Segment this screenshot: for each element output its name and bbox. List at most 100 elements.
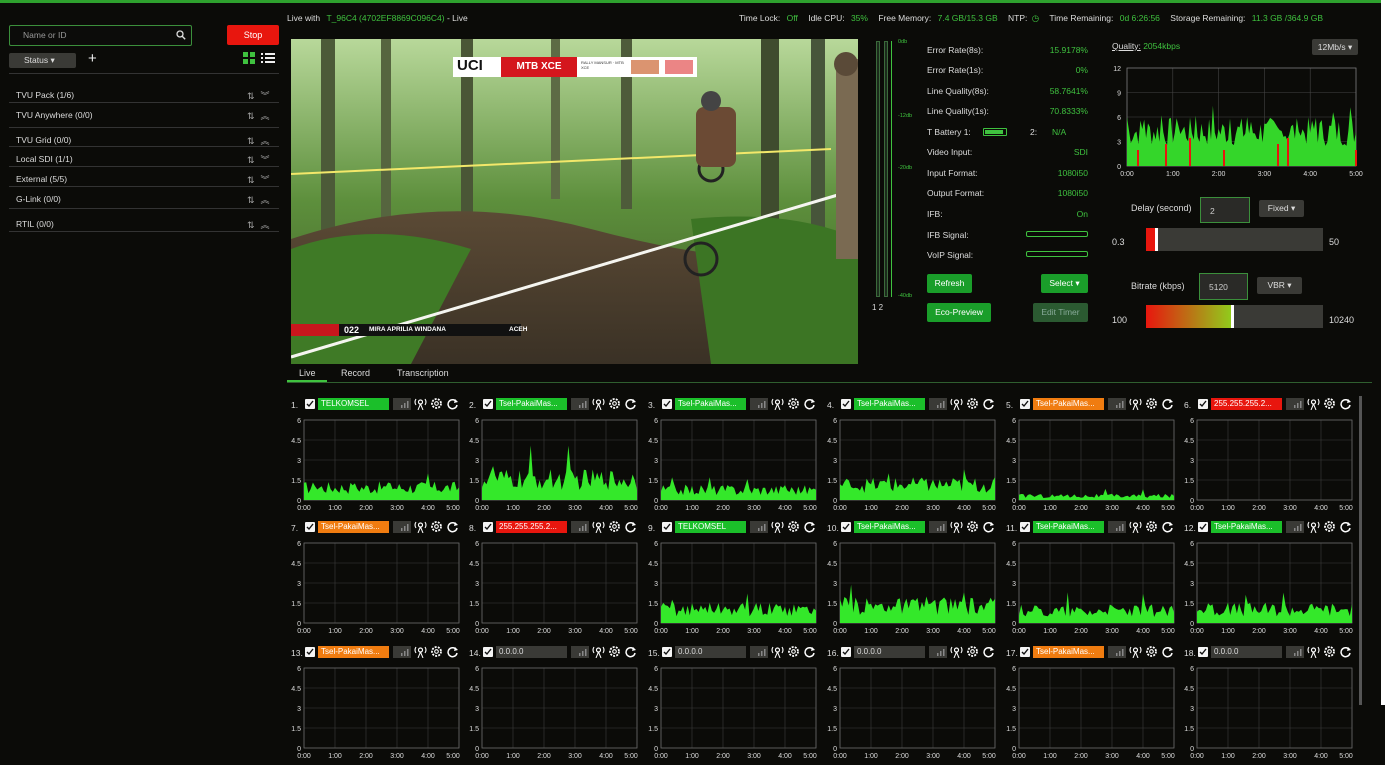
nav-item-label[interactable]: TVU Anywhere (0/0) <box>16 110 93 120</box>
antenna-icon[interactable] <box>414 645 427 659</box>
modem-card[interactable]: 4. Tsel-PakaiMas... 6 4.5 3 1.5 0 0:00 1:00 2:00 3… <box>827 395 999 517</box>
antenna-icon[interactable] <box>1129 645 1142 659</box>
gear-icon[interactable] <box>966 520 979 533</box>
modem-checkbox[interactable] <box>662 399 672 409</box>
bitrate-slider-handle[interactable] <box>1230 305 1234 328</box>
antenna-icon[interactable] <box>950 520 963 534</box>
modem-card[interactable]: 13. Tsel-PakaiMas... 6 4.5 3 1.5 0 0:00 1:00 2:00… <box>291 643 463 765</box>
modem-card[interactable]: 9. TELKOMSEL 6 4.5 3 1.5 0 0:00 1:00 2:00 3:00 4:00… <box>648 518 820 640</box>
refresh-icon[interactable] <box>446 397 459 410</box>
modem-carrier-name[interactable]: Tsel-PakaiMas... <box>1033 646 1104 658</box>
antenna-icon[interactable] <box>592 645 605 659</box>
modem-card[interactable]: 6. 255.255.255.2... 6 4.5 3 1.5 0 0:00 1:00 2:00 3… <box>1184 395 1356 517</box>
nav-item-actions[interactable]: ⇅︽ <box>247 193 276 206</box>
nav-item-actions[interactable]: ⇅︾ <box>247 153 276 166</box>
eco-preview-button[interactable]: Eco-Preview <box>927 303 991 322</box>
search-icon[interactable] <box>176 30 186 40</box>
live-device[interactable]: T_96C4 (4702EF8869C096C4) <box>326 13 444 23</box>
nav-item-label[interactable]: RTIL (0/0) <box>16 219 54 229</box>
refresh-icon[interactable] <box>982 520 995 533</box>
bitrate-slider[interactable] <box>1146 305 1323 328</box>
chevron-up-icon[interactable]: ︽ <box>261 111 276 121</box>
modem-checkbox[interactable] <box>841 647 851 657</box>
refresh-icon[interactable] <box>1339 520 1352 533</box>
modem-checkbox[interactable] <box>483 647 493 657</box>
modem-carrier-name[interactable]: 0.0.0.0 <box>675 646 746 658</box>
status-dropdown[interactable]: Status ▾ <box>9 53 76 68</box>
scrollbar[interactable] <box>1359 396 1362 705</box>
tab-transcription[interactable]: Transcription <box>397 368 449 378</box>
modem-card[interactable]: 1. TELKOMSEL 6 4.5 3 1.5 0 0:00 1:00 2:00 3:00 4:00… <box>291 395 463 517</box>
gear-icon[interactable] <box>608 520 621 533</box>
nav-item-label[interactable]: G-Link (0/0) <box>16 194 61 204</box>
gear-icon[interactable] <box>1323 645 1336 658</box>
gear-icon[interactable] <box>608 397 621 410</box>
chevron-up-icon[interactable]: ︽ <box>261 195 276 205</box>
refresh-icon[interactable] <box>982 645 995 658</box>
modem-carrier-name[interactable]: Tsel-PakaiMas... <box>854 398 925 410</box>
chevron-down-icon[interactable]: ︾ <box>261 175 276 185</box>
chevron-down-icon[interactable]: ︾ <box>261 155 276 165</box>
modem-checkbox[interactable] <box>305 399 315 409</box>
modem-checkbox[interactable] <box>483 522 493 532</box>
nav-item-label[interactable]: TVU Pack (1/6) <box>16 90 74 100</box>
quality-label[interactable]: Quality: <box>1112 41 1141 51</box>
modem-card[interactable]: 17. Tsel-PakaiMas... 6 4.5 3 1.5 0 0:00 1:00 2:00… <box>1006 643 1178 765</box>
refresh-icon[interactable] <box>803 397 816 410</box>
modem-carrier-name[interactable]: Tsel-PakaiMas... <box>1211 521 1282 533</box>
bitrate-input[interactable]: 5120 <box>1199 273 1248 300</box>
antenna-icon[interactable] <box>1129 397 1142 411</box>
sort-icon[interactable]: ⇅ <box>247 155 261 165</box>
antenna-icon[interactable] <box>592 397 605 411</box>
refresh-icon[interactable] <box>1339 645 1352 658</box>
modem-carrier-name[interactable]: 0.0.0.0 <box>854 646 925 658</box>
stop-button[interactable]: Stop <box>227 25 279 45</box>
refresh-icon[interactable] <box>803 645 816 658</box>
modem-checkbox[interactable] <box>305 647 315 657</box>
refresh-icon[interactable] <box>982 397 995 410</box>
add-icon[interactable]: + <box>88 50 97 67</box>
antenna-icon[interactable] <box>592 520 605 534</box>
modem-carrier-name[interactable]: 0.0.0.0 <box>1211 646 1282 658</box>
rate-dropdown[interactable]: 12Mb/s ▾ <box>1312 39 1358 55</box>
refresh-icon[interactable] <box>446 645 459 658</box>
modem-checkbox[interactable] <box>841 522 851 532</box>
refresh-icon[interactable] <box>624 397 637 410</box>
modem-card[interactable]: 8. 255.255.255.2... 6 4.5 3 1.5 0 0:00 1:00 2:00 3… <box>469 518 641 640</box>
gear-icon[interactable] <box>430 397 443 410</box>
modem-carrier-name[interactable]: Tsel-PakaiMas... <box>318 521 389 533</box>
modem-carrier-name[interactable]: 255.255.255.2... <box>496 521 567 533</box>
gear-icon[interactable] <box>787 520 800 533</box>
antenna-icon[interactable] <box>1307 645 1320 659</box>
nav-item-actions[interactable]: ⇅︾ <box>247 173 276 186</box>
modem-checkbox[interactable] <box>1198 522 1208 532</box>
grid-view-icon[interactable] <box>243 52 255 64</box>
sort-icon[interactable]: ⇅ <box>247 175 261 185</box>
delay-slider[interactable] <box>1146 228 1323 251</box>
video-preview[interactable]: UCI MTB XCE RALLY MANSUR · MTB XCE 022 M… <box>291 39 858 364</box>
modem-carrier-name[interactable]: Tsel-PakaiMas... <box>675 398 746 410</box>
refresh-icon[interactable] <box>803 520 816 533</box>
sort-icon[interactable]: ⇅ <box>247 220 261 230</box>
tab-record[interactable]: Record <box>341 368 370 378</box>
modem-checkbox[interactable] <box>662 647 672 657</box>
modem-checkbox[interactable] <box>1198 399 1208 409</box>
modem-card[interactable]: 3. Tsel-PakaiMas... 6 4.5 3 1.5 0 0:00 1:00 2:00 3… <box>648 395 820 517</box>
modem-card[interactable]: 10. Tsel-PakaiMas... 6 4.5 3 1.5 0 0:00 1:00 2:00… <box>827 518 999 640</box>
nav-item-actions[interactable]: ⇅︾ <box>247 89 276 102</box>
gear-icon[interactable] <box>1145 397 1158 410</box>
modem-carrier-name[interactable]: Tsel-PakaiMas... <box>496 398 567 410</box>
modem-carrier-name[interactable]: Tsel-PakaiMas... <box>1033 521 1104 533</box>
refresh-icon[interactable] <box>1161 645 1174 658</box>
sort-icon[interactable]: ⇅ <box>247 111 261 121</box>
edit-timer-button[interactable]: Edit Timer <box>1033 303 1088 322</box>
gear-icon[interactable] <box>1323 520 1336 533</box>
delay-mode-dropdown[interactable]: Fixed ▾ <box>1259 200 1304 217</box>
modem-card[interactable]: 11. Tsel-PakaiMas... 6 4.5 3 1.5 0 0:00 1:00 2:00… <box>1006 518 1178 640</box>
antenna-icon[interactable] <box>950 397 963 411</box>
antenna-icon[interactable] <box>414 397 427 411</box>
antenna-icon[interactable] <box>950 645 963 659</box>
chevron-up-icon[interactable]: ︽ <box>261 136 276 146</box>
modem-checkbox[interactable] <box>1020 522 1030 532</box>
sort-icon[interactable]: ⇅ <box>247 195 261 205</box>
